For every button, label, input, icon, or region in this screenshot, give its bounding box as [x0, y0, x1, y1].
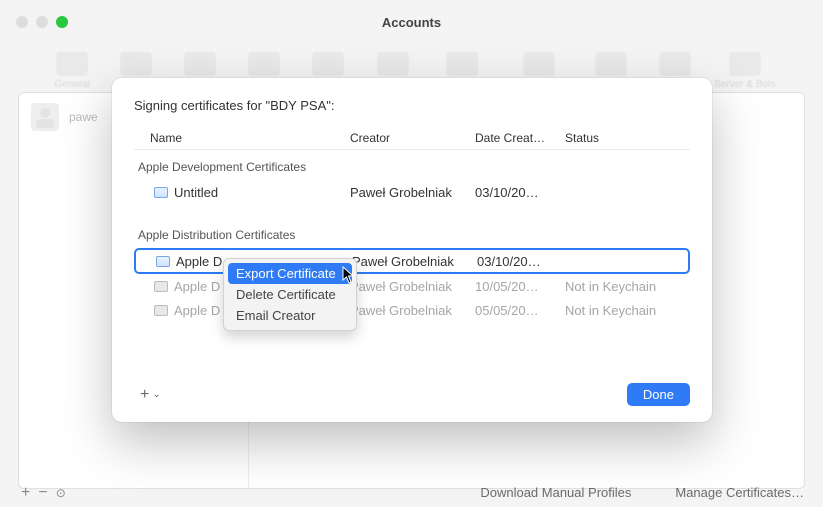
remove-account-button[interactable]: −	[38, 484, 47, 502]
add-account-button[interactable]: +	[21, 484, 30, 502]
certificate-icon	[154, 281, 168, 292]
detail-footer: Download Manual Profiles Manage Certific…	[480, 485, 804, 500]
col-date[interactable]: Date Creat…	[475, 131, 565, 145]
cert-name: Apple D	[176, 254, 222, 269]
col-creator[interactable]: Creator	[350, 131, 475, 145]
table-row[interactable]: Apple D Paweł Grobelniak 05/05/20… Not i…	[134, 298, 690, 322]
table-row[interactable]: Apple D Paweł Grobelniak 03/10/20…	[134, 248, 690, 274]
titlebar: Accounts	[0, 0, 823, 44]
col-name[interactable]: Name	[150, 131, 350, 145]
cert-name: Untitled	[174, 185, 218, 200]
window-title: Accounts	[0, 15, 823, 30]
avatar	[31, 103, 59, 131]
add-certificate-button[interactable]: + ⌄	[134, 384, 167, 406]
table-row[interactable]: Apple D Paweł Grobelniak 10/05/20… Not i…	[134, 274, 690, 298]
chevron-down-icon: ⌄	[152, 389, 160, 400]
done-button[interactable]: Done	[627, 383, 690, 406]
toolbar-general[interactable]: General	[47, 52, 97, 90]
cert-creator: Paweł Grobelniak	[350, 279, 475, 294]
download-profiles-button[interactable]: Download Manual Profiles	[480, 485, 631, 500]
menu-email-creator[interactable]: Email Creator	[228, 305, 352, 326]
certificate-icon	[156, 256, 170, 267]
account-options-button[interactable]: ⊙	[56, 486, 66, 500]
table-header: Name Creator Date Creat… Status	[134, 127, 690, 150]
table-row[interactable]: Untitled Paweł Grobelniak 03/10/20…	[134, 180, 690, 204]
cert-date: 03/10/20…	[477, 254, 567, 269]
cert-status: Not in Keychain	[565, 279, 682, 294]
cert-name: Apple D	[174, 279, 220, 294]
cert-name: Apple D	[174, 303, 220, 318]
sheet-title: Signing certificates for "BDY PSA":	[134, 98, 690, 113]
sheet-footer: + ⌄ Done	[134, 373, 690, 406]
cert-date: 05/05/20…	[475, 303, 565, 318]
main-window: Accounts General Accounts Behaviors Navi…	[0, 0, 823, 507]
certificate-icon	[154, 187, 168, 198]
menu-export-certificate[interactable]: Export Certificate	[228, 263, 352, 284]
account-name: pawe	[69, 110, 98, 124]
cert-date: 03/10/20…	[475, 185, 565, 200]
toolbar-server[interactable]: Server & Bots	[714, 52, 776, 90]
cert-status: Not in Keychain	[565, 303, 682, 318]
cert-date: 10/05/20…	[475, 279, 565, 294]
cert-creator: Paweł Grobelniak	[352, 254, 477, 269]
cert-creator: Paweł Grobelniak	[350, 303, 475, 318]
plus-icon: +	[140, 386, 149, 404]
dist-section-label: Apple Distribution Certificates	[134, 218, 690, 248]
manage-certificates-button[interactable]: Manage Certificates…	[675, 485, 804, 500]
certificate-icon	[154, 305, 168, 316]
context-menu: Export Certificate Delete Certificate Em…	[223, 258, 357, 331]
sidebar-controls: + − ⊙	[21, 484, 66, 502]
cert-creator: Paweł Grobelniak	[350, 185, 475, 200]
col-status[interactable]: Status	[565, 131, 674, 145]
certificates-sheet: Signing certificates for "BDY PSA": Name…	[112, 78, 712, 422]
dev-section-label: Apple Development Certificates	[134, 150, 690, 180]
menu-delete-certificate[interactable]: Delete Certificate	[228, 284, 352, 305]
